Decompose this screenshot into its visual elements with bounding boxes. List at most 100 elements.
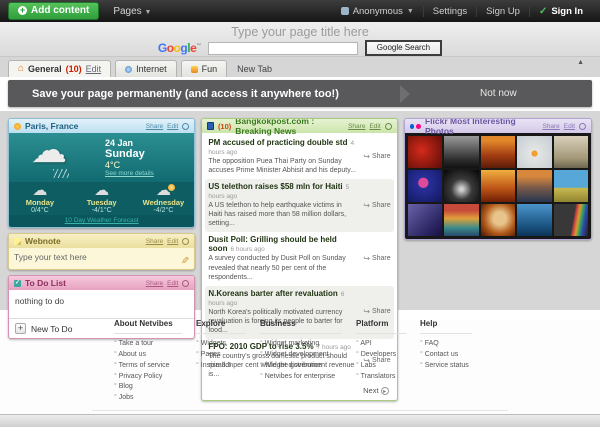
footer-link[interactable]: Translators [356,372,406,383]
photo-thumbnail[interactable] [517,204,552,236]
feed-favicon [207,122,214,130]
timestamp: 6 hours ago [230,246,265,254]
widget-share-link[interactable]: Share [542,123,559,130]
footer-link[interactable]: Netvibes for enterprise [260,372,342,383]
footer-link[interactable]: Widget development [260,350,342,361]
photo-thumbnail[interactable] [444,170,479,202]
home-icon: ⌂ [18,63,25,74]
weather-date: 24 Jan [105,138,134,148]
photo-thumbnail[interactable] [553,204,588,236]
weather-day: Sunday [105,148,145,160]
tab-general[interactable]: ⌂ General (10) Edit [8,60,112,77]
news-feed-title[interactable]: Bangkokpost.com : Breaking News [235,119,344,136]
share-link[interactable]: ↪ Share [358,138,390,175]
photo-thumbnail[interactable] [480,204,516,236]
photo-thumbnail[interactable] [407,136,443,168]
settings-link[interactable]: Settings [422,5,476,17]
footer-link[interactable]: Terms of service [114,361,182,372]
widget-share-link[interactable]: Share [146,238,163,245]
fun-icon [190,65,198,73]
top-right-menu: Anonymous ▼ Settings Sign Up ✓ Sign In [332,5,592,17]
widget-options-icon[interactable] [182,237,190,245]
footer-link[interactable]: Privacy Policy [114,372,182,383]
photo-thumbnail[interactable] [517,136,552,168]
photo-thumbnail[interactable] [480,136,516,168]
footer-link[interactable]: Service status [420,361,472,372]
widget-edit-link[interactable]: Edit [167,123,178,130]
footer-link[interactable]: Widget distribution [260,361,342,372]
footer-link[interactable]: Developers [356,350,406,361]
footer-link[interactable]: Contact us [420,350,472,361]
collapse-header-icon[interactable]: ▲ [577,59,584,66]
widget-edit-link[interactable]: Edit [369,123,380,130]
page-title-placeholder[interactable]: Type your page title here [0,22,600,39]
widget-edit-link[interactable]: Edit [564,123,575,130]
tab-internet[interactable]: Internet [115,60,177,77]
photo-thumbnail[interactable] [553,170,588,202]
cloud-icon: ☁ [32,182,48,199]
anonymous-menu[interactable]: Anonymous ▼ [332,6,423,17]
todo-title: To Do List [25,278,66,288]
check-icon: ✓ [538,5,548,17]
sign-in-link[interactable]: ✓ Sign In [528,5,592,17]
photo-thumbnail[interactable] [480,170,516,202]
plus-icon: + [15,323,26,334]
photo-thumbnail[interactable] [517,170,552,202]
flickr-widget: Flickr Most Interesting Photos Share Edi… [403,118,592,240]
footer-link[interactable]: Inspiration [196,361,246,372]
widget-options-icon[interactable] [384,122,392,130]
share-link[interactable]: ↪ Share [358,235,390,281]
widget-edit-link[interactable]: Edit [167,238,178,245]
photo-thumbnail[interactable] [407,170,443,202]
chevron-down-icon: ▼ [144,8,152,16]
tab-edit-link[interactable]: Edit [86,64,102,74]
page-bottom-strip [0,414,600,427]
new-tab-button[interactable]: New Tab [231,61,278,77]
sign-up-link[interactable]: Sign Up [476,5,529,17]
footer-link[interactable]: Jobs [114,393,182,404]
webnote-text-area[interactable]: Type your text here ✎ [9,248,195,269]
widget-options-icon[interactable] [579,122,586,130]
widget-share-link[interactable]: Share [146,123,163,130]
photo-thumbnail[interactable] [553,136,588,168]
share-link[interactable]: ↪ Share [358,182,390,228]
plus-icon: + [18,5,27,15]
add-content-button[interactable]: + Add content [8,2,100,20]
widget-area: Paris, France Share Edit ☁ 24 Jan Sunday… [0,111,600,402]
widget-edit-link[interactable]: Edit [167,280,178,287]
google-search-button[interactable]: Google Search [364,40,443,56]
weather-details-link[interactable]: See more details [105,170,154,177]
share-icon: ↪ [363,200,370,210]
footer-link[interactable]: Pages [196,350,246,361]
ten-day-forecast-link[interactable]: 10 Day Weather Forecast [65,217,139,224]
netvibes-page: + Add content Pages ▼ Anonymous ▼ Settin… [0,0,600,427]
footer-link[interactable]: About us [114,350,182,361]
footer-link[interactable]: API [356,339,406,350]
rain-cloud-icon: ☁ [31,129,67,170]
photo-thumbnail[interactable] [407,204,443,236]
pages-menu[interactable]: Pages ▼ [113,6,151,17]
footer-link[interactable]: FAQ [420,339,472,350]
webnote-widget: Webnote Share Edit Type your text here ✎ [8,233,196,270]
tab-fun[interactable]: Fun [180,60,228,77]
widget-share-link[interactable]: Share [146,280,163,287]
search-header: Type your page title here Google™ Google… [0,22,600,57]
footer-link[interactable]: Blog [114,382,182,393]
photo-thumbnail[interactable] [444,204,479,236]
footer-link[interactable]: Widgets [196,339,246,350]
widget-options-icon[interactable] [182,279,190,287]
weather-temp: 4°C [105,160,121,170]
not-now-link[interactable]: Not now [480,88,517,99]
widget-share-link[interactable]: Share [348,123,365,130]
sun-icon [14,122,21,130]
todo-empty-text: nothing to do [15,296,65,306]
tab-bar: ⌂ General (10) Edit Internet Fun New Tab… [0,57,600,77]
footer-link[interactable]: Labs [356,361,406,372]
footer-link[interactable]: Widget marketing [260,339,342,350]
google-search-input[interactable] [207,41,358,55]
footer-link[interactable]: Take a tour [114,339,182,350]
top-bar: + Add content Pages ▼ Anonymous ▼ Settin… [0,0,600,22]
photo-thumbnail[interactable] [444,136,479,168]
widget-options-icon[interactable] [182,122,190,130]
google-logo: Google™ [157,41,201,55]
